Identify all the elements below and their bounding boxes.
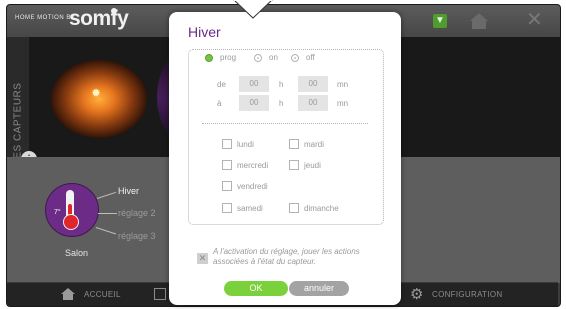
minute-unit: mn [337, 99, 349, 108]
apply-actions-note: A l'activation du réglage, jouer les act… [213, 247, 360, 266]
label-dimanche: dimanche [304, 204, 339, 213]
from-hour-field[interactable]: 00 [239, 76, 269, 92]
mode-hiver[interactable]: Hiver [118, 186, 139, 196]
thermometer-bulb [63, 214, 79, 230]
to-label: à [217, 99, 222, 108]
hour-unit: h [279, 99, 284, 108]
nav-configuration[interactable]: CONFIGURATION [432, 290, 502, 299]
mode-reglage-3[interactable]: réglage 3 [118, 231, 156, 241]
checkbox-dimanche[interactable] [289, 203, 299, 213]
logo-dot [111, 8, 117, 14]
radio-off[interactable] [291, 54, 299, 62]
checkbox-lundi[interactable] [222, 139, 232, 149]
radio-prog[interactable] [205, 54, 213, 62]
label-mercredi: mercredi [237, 161, 269, 170]
checkbox-vendredi[interactable] [222, 181, 232, 191]
from-label: de [217, 80, 226, 89]
to-hour-field[interactable]: 00 [239, 95, 269, 111]
checkbox-jeudi[interactable] [289, 160, 299, 170]
mode-reglage-2[interactable]: réglage 2 [118, 208, 156, 218]
brand-text: HOME MOTION BY [15, 15, 76, 21]
to-minute-field[interactable]: 00 [298, 95, 328, 111]
somfy-logo: somfy [69, 7, 129, 30]
house-icon[interactable] [469, 12, 489, 30]
ok-button[interactable]: OK [224, 281, 288, 296]
sensors-side-tab[interactable]: MES CAPTEURS [7, 37, 29, 167]
house-icon[interactable] [60, 287, 76, 301]
schedule-box [188, 49, 384, 225]
checkbox-mardi[interactable] [289, 139, 299, 149]
checkbox-apply-actions[interactable]: ✕ [197, 253, 208, 264]
minute-unit: mn [337, 80, 349, 89]
funnel-icon[interactable]: ▼ [433, 14, 447, 28]
radio-on[interactable] [254, 54, 262, 62]
close-icon[interactable]: ✕ [526, 8, 543, 32]
nav-accueil[interactable]: ACCUEIL [84, 290, 121, 299]
radio-off-label: off [306, 53, 315, 62]
from-minute-field[interactable]: 00 [298, 76, 328, 92]
hour-unit: h [279, 80, 284, 89]
settings-dialog: Hiver prog on off de 00 h 00 mn à 00 h 0… [169, 12, 401, 305]
sun-core-icon: ✹ [90, 86, 102, 100]
label-mardi: mardi [304, 140, 325, 149]
label-samedi: samedi [237, 204, 263, 213]
checkbox-samedi[interactable] [222, 203, 232, 213]
radio-on-label: on [269, 53, 278, 62]
label-lundi: lundi [237, 140, 254, 149]
device-name: Salon [65, 248, 89, 258]
checkbox-mercredi[interactable] [222, 160, 232, 170]
dialog-title: Hiver [188, 24, 221, 40]
list-icon[interactable] [154, 288, 166, 300]
radio-prog-label: prog [220, 53, 237, 62]
divider [202, 123, 368, 124]
label-vendredi: vendredi [237, 182, 268, 191]
dialog-pointer [233, 0, 273, 19]
cancel-button[interactable]: annuler [289, 281, 349, 296]
temperature-value: 7° [54, 209, 61, 216]
label-jeudi: jeudi [304, 161, 321, 170]
gear-icon[interactable]: ⚙ [410, 286, 423, 304]
connector-line [98, 213, 117, 214]
screen: HOME MOTION BY somfy ▼ ✕ MES CAPTEURS i … [0, 0, 566, 309]
